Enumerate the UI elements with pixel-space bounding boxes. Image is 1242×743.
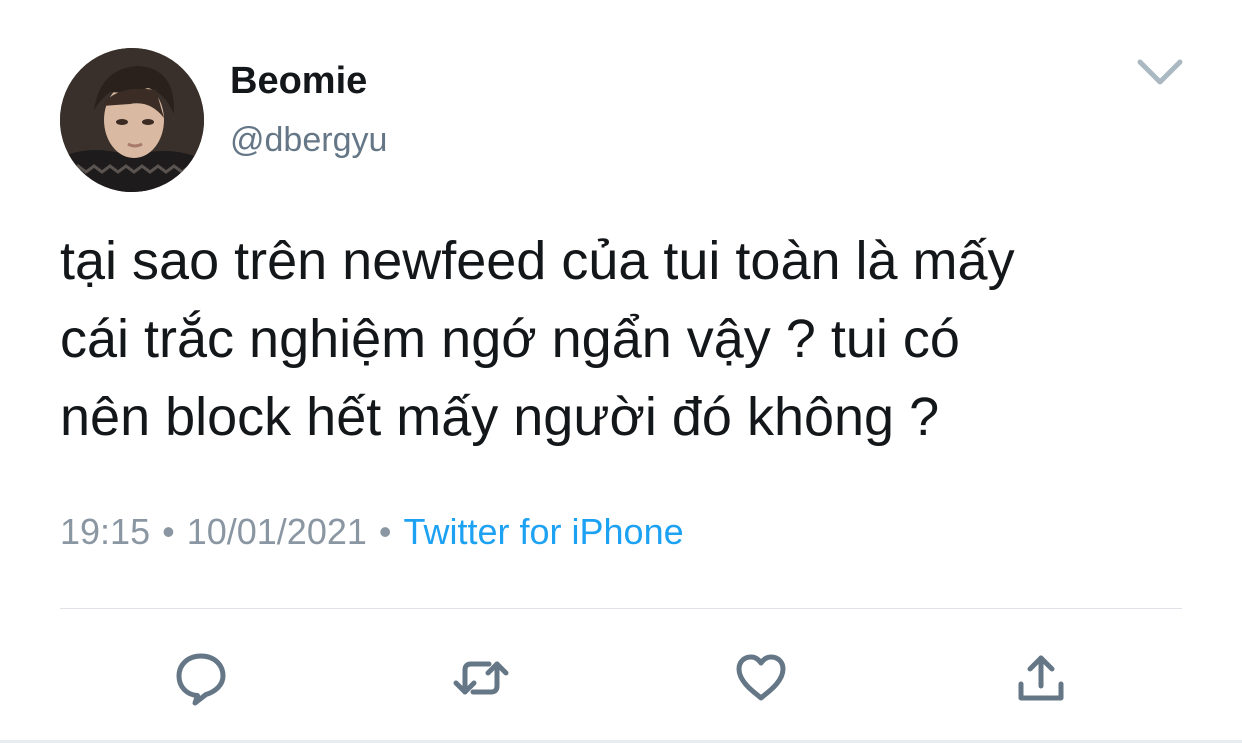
share-button[interactable] (1011, 648, 1071, 708)
retweet-icon (453, 661, 509, 695)
meta-separator: • (162, 511, 175, 552)
tweet-actions (0, 640, 1242, 710)
like-icon (736, 654, 786, 701)
tweet-text: tại sao trên newfeed của tui toàn là mấy… (60, 231, 1015, 447)
user-handle[interactable]: @dbergyu (230, 118, 387, 162)
display-name[interactable]: Beomie (230, 58, 367, 104)
tweet-source-link[interactable]: Twitter for iPhone (404, 511, 684, 552)
reply-icon (176, 653, 226, 706)
reply-button[interactable] (171, 648, 231, 708)
divider (60, 608, 1182, 609)
tweet-date: 10/01/2021 (186, 511, 367, 552)
retweet-button[interactable] (451, 648, 511, 708)
meta-separator: • (378, 511, 392, 552)
tweet-meta: 19:15 • 10/01/2021 • Twitter for iPhone (60, 508, 684, 556)
chevron-down-icon[interactable] (1136, 56, 1184, 88)
share-icon (1018, 655, 1064, 701)
like-button[interactable] (731, 648, 791, 708)
tweet-time: 19:15 (60, 511, 151, 552)
avatar[interactable] (60, 48, 204, 192)
profile-photo-icon (60, 48, 204, 192)
